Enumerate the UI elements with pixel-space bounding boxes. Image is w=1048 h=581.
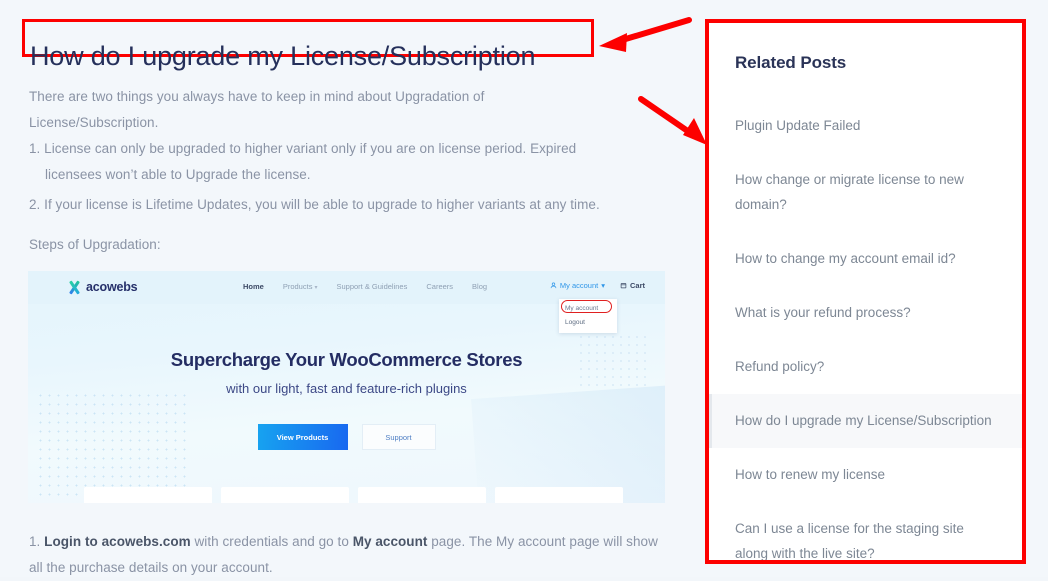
list-item-1-line2: licensees won’t able to Upgrade the lice… [45,167,311,182]
related-posts-title: Related Posts [735,53,847,72]
chevron-down-icon: ▾ [314,285,318,291]
related-post-item[interactable]: What is your refund process? [709,286,1022,340]
user-icon [550,282,557,289]
closing-paragraph: 1. Login to acowebs.com with credentials… [29,529,669,581]
related-post-item[interactable]: Plugin Update Failed [709,99,1022,153]
embedded-screenshot-image: acowebs Home Products ▾ Support & Guideli… [28,271,665,503]
related-post-item[interactable]: How to renew my license [709,448,1022,502]
closing-middle: with credentials and go to [190,533,353,549]
embedded-nav-links: Home Products ▾ Support & Guidelines Care… [243,282,487,291]
embedded-nav-right: My account ▾ Cart [550,281,645,290]
cart-label: Cart [629,281,645,290]
nav-link-support-guidelines: Support & Guidelines [336,282,408,291]
hero-title: Supercharge Your WooCommerce Stores [170,349,523,370]
hero-subtitle: with our light, fast and feature-rich pl… [226,381,467,396]
related-post-item[interactable]: Refund policy? [709,340,1022,394]
my-account-menu: My account ▾ [550,281,605,290]
card-placeholder [358,487,486,503]
card-placeholder [221,487,349,503]
related-post-item-active[interactable]: How do I upgrade my License/Subscription [709,394,1022,448]
dropdown-item-logout: Logout [565,319,585,326]
nav-link-home: Home [243,282,264,291]
my-account-label: My account [559,281,599,290]
closing-bold-my-account: My account [352,533,428,549]
card-placeholder [84,487,212,503]
cart-icon [620,283,627,289]
list-item-2: 2. If your license is Lifetime Updates, … [29,197,600,212]
related-post-item[interactable]: How change or migrate license to new dom… [709,153,1022,232]
closing-bold-login: Login to acowebs.com [44,533,191,549]
cart-link: Cart [620,281,645,290]
page-root: How do I upgrade my License/Subscription… [0,0,1048,577]
nav-link-blog: Blog [472,282,488,291]
chevron-down-icon: ▾ [601,281,605,290]
page-title: How do I upgrade my License/Subscription [30,41,536,72]
view-products-button: View Products [257,424,348,450]
hero-card-placeholders [28,487,665,503]
acowebs-wordmark: acowebs [86,280,138,294]
account-dropdown-menu: My account Logout [559,299,617,333]
hero-cta-row: View Products Support [28,424,665,450]
card-placeholder [495,487,623,503]
dropdown-item-my-account: My account [559,300,617,316]
closing-prefix: 1. [29,533,45,549]
intro-paragraph: There are two things you always have to … [29,88,485,130]
nav-link-careers: Careers [426,282,454,291]
nav-link-products: Products ▾ [282,282,318,291]
related-posts-panel: Related Posts Plugin Update Failed How c… [709,23,1022,560]
list-item-1: 1. License can only be upgraded to highe… [29,136,629,188]
related-post-item[interactable]: Can I use a license for the staging site… [709,502,1022,560]
acowebs-logo: acowebs [68,280,138,294]
related-posts-list: Plugin Update Failed How change or migra… [709,99,1022,560]
steps-label: Steps of Upgradation: [29,237,161,252]
article-column: How do I upgrade my License/Subscription… [0,0,700,577]
support-button: Support [361,424,436,450]
list-item-1-line1: 1. License can only be upgraded to highe… [29,141,577,156]
related-post-item[interactable]: How to change my account email id? [709,232,1022,286]
acowebs-mark-icon [68,281,81,294]
